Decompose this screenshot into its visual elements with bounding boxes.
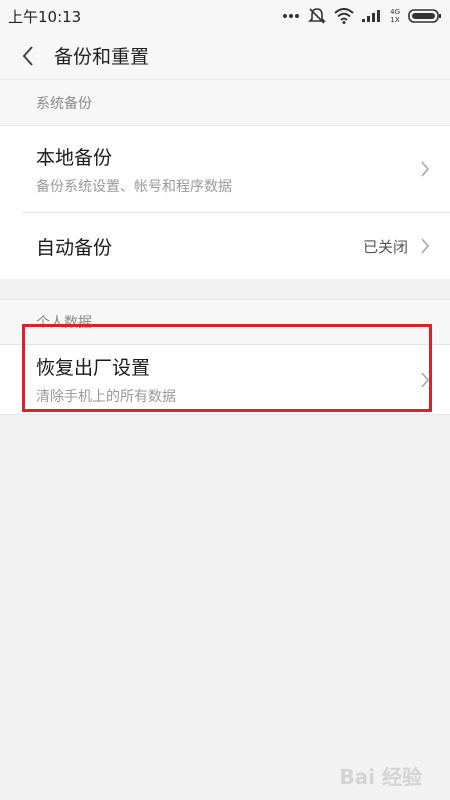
section-header-personal-data: 个人数据 xyxy=(0,299,450,345)
chevron-right-icon xyxy=(421,238,430,254)
item-subtitle: 备份系统设置、帐号和程序数据 xyxy=(36,178,232,195)
page-title: 备份和重置 xyxy=(54,46,150,68)
mute-bell-icon xyxy=(308,7,327,25)
network-type-top: 4G xyxy=(390,8,400,16)
item-right xyxy=(420,126,430,212)
list-item-auto-backup[interactable]: 自动备份 已关闭 xyxy=(0,213,450,279)
battery-icon xyxy=(408,9,442,23)
signal-icon xyxy=(362,10,382,22)
network-type-bottom: 1X xyxy=(390,16,400,24)
auto-backup-status: 已关闭 xyxy=(362,237,408,256)
status-bar: 上午10:13 4G 1X xyxy=(0,0,450,32)
item-title: 本地备份 xyxy=(36,146,113,169)
wifi-icon xyxy=(334,8,354,24)
status-icons: 4G 1X xyxy=(282,7,442,25)
back-button[interactable] xyxy=(6,32,50,80)
chevron-right-icon xyxy=(421,371,430,388)
chevron-right-icon xyxy=(421,161,430,177)
watermark: Bai 经验 xyxy=(339,765,422,789)
section-header-system-backup: 系统备份 xyxy=(0,80,450,126)
more-dots-icon xyxy=(282,13,300,19)
list-item-factory-reset[interactable]: 恢复出厂设置 清除手机上的所有数据 xyxy=(0,345,450,415)
page-header: 备份和重置 xyxy=(0,32,450,80)
section-gap xyxy=(0,279,450,299)
item-title: 恢复出厂设置 xyxy=(36,357,151,379)
chevron-left-icon xyxy=(22,45,33,66)
status-time: 上午10:13 xyxy=(8,7,82,26)
network-type: 4G 1X xyxy=(390,8,400,24)
item-subtitle: 清除手机上的所有数据 xyxy=(36,389,176,405)
item-right: 已关闭 xyxy=(363,213,430,279)
item-right xyxy=(420,345,430,414)
list-item-local-backup[interactable]: 本地备份 备份系统设置、帐号和程序数据 xyxy=(0,126,450,212)
